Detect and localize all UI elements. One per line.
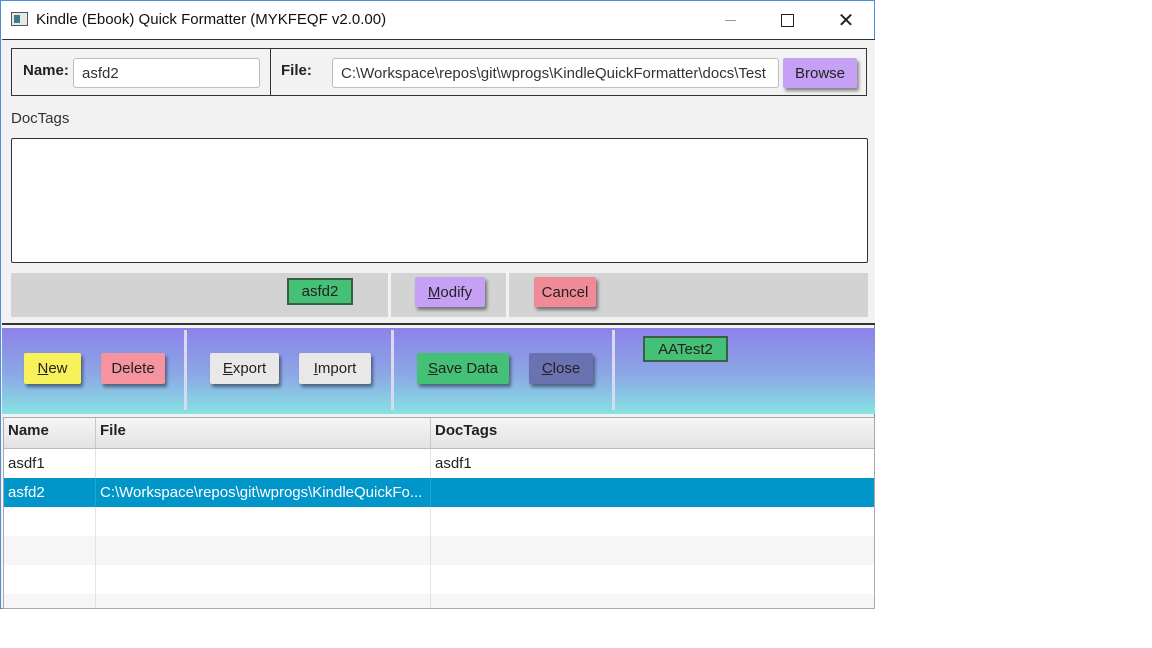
export-label: xport bbox=[232, 360, 267, 377]
cancel-button[interactable]: Cancel bbox=[534, 277, 596, 307]
window-title: Kindle (Ebook) Quick Formatter (MYKFEQF … bbox=[36, 11, 387, 28]
new-label: ew bbox=[48, 360, 68, 377]
cell-name: asdf1 bbox=[4, 449, 96, 478]
separator bbox=[388, 273, 391, 317]
name-input[interactable]: asfd2 bbox=[73, 58, 260, 88]
current-name-tag: asfd2 bbox=[287, 278, 353, 305]
toolbar-separator bbox=[184, 330, 187, 410]
save-mnemonic: S bbox=[427, 360, 438, 377]
modify-button[interactable]: Modify bbox=[415, 277, 485, 307]
status-tag: AATest2 bbox=[643, 336, 728, 362]
file-label: File: bbox=[281, 62, 312, 79]
column-header-doctags[interactable]: DocTags bbox=[431, 418, 874, 448]
toolbar-separator bbox=[391, 330, 394, 410]
records-table: Name File DocTags asdf1 asdf1 asfd2 C:\W… bbox=[3, 417, 875, 609]
main-toolbar: New Delete Export Import Save Data Close… bbox=[2, 328, 875, 414]
maximize-button[interactable] bbox=[764, 1, 810, 39]
column-header-name[interactable]: Name bbox=[4, 418, 96, 448]
empty-row bbox=[4, 565, 874, 594]
save-label: ave Data bbox=[437, 360, 499, 377]
close-label: lose bbox=[552, 360, 581, 377]
import-label: mport bbox=[317, 360, 357, 377]
delete-button[interactable]: Delete bbox=[101, 353, 165, 384]
empty-cell bbox=[431, 507, 874, 536]
export-button[interactable]: Export bbox=[210, 353, 279, 384]
edit-panel: Name: asfd2 File: C:\Workspace\repos\git… bbox=[2, 39, 875, 325]
window-close-button[interactable]: ✕ bbox=[823, 1, 869, 39]
table-row-selected[interactable]: asfd2 C:\Workspace\repos\git\wprogs\Kind… bbox=[4, 478, 874, 507]
empty-cell bbox=[4, 594, 96, 608]
import-button[interactable]: Import bbox=[299, 353, 371, 384]
doctags-label: DocTags bbox=[11, 110, 70, 127]
app-window: Kindle (Ebook) Quick Formatter (MYKFEQF … bbox=[0, 0, 875, 609]
title-bar[interactable]: Kindle (Ebook) Quick Formatter (MYKFEQF … bbox=[1, 1, 874, 39]
name-group: Name: asfd2 bbox=[11, 48, 271, 96]
new-button[interactable]: New bbox=[24, 353, 81, 384]
empty-cell bbox=[96, 507, 431, 536]
browse-button[interactable]: Browse bbox=[783, 58, 857, 88]
empty-row bbox=[4, 507, 874, 536]
app-icon bbox=[11, 12, 28, 26]
new-mnemonic: N bbox=[37, 360, 49, 377]
close-button[interactable]: Close bbox=[529, 353, 593, 384]
empty-cell bbox=[96, 594, 431, 608]
cell-name: asfd2 bbox=[4, 478, 96, 507]
cell-doctags bbox=[431, 478, 874, 507]
maximize-icon bbox=[780, 13, 794, 27]
close-icon: ✕ bbox=[837, 8, 855, 32]
table-header: Name File DocTags bbox=[4, 418, 874, 449]
separator bbox=[506, 273, 509, 317]
cell-doctags: asdf1 bbox=[435, 455, 472, 472]
empty-cell bbox=[4, 536, 96, 565]
minimize-button[interactable] bbox=[707, 1, 753, 39]
empty-cell bbox=[96, 565, 431, 594]
modify-label: odify bbox=[440, 283, 473, 301]
empty-cell bbox=[4, 565, 96, 594]
file-group: File: C:\Workspace\repos\git\wprogs\Kind… bbox=[270, 48, 867, 96]
save-data-button[interactable]: Save Data bbox=[417, 353, 509, 384]
empty-cell bbox=[96, 536, 431, 565]
close-mnemonic: C bbox=[541, 360, 553, 377]
cell-file: C:\Workspace\repos\git\wprogs\KindleQuic… bbox=[96, 478, 431, 507]
column-header-file[interactable]: File bbox=[96, 418, 431, 448]
export-mnemonic: E bbox=[222, 360, 233, 377]
doctags-textarea[interactable] bbox=[11, 138, 868, 263]
empty-cell bbox=[4, 507, 96, 536]
empty-cell bbox=[431, 565, 874, 594]
cell-file bbox=[96, 449, 431, 478]
empty-cell bbox=[431, 594, 874, 608]
name-label: Name: bbox=[23, 62, 69, 79]
empty-row bbox=[4, 536, 874, 565]
empty-row bbox=[4, 594, 874, 608]
action-bar: asfd2 Modify Cancel bbox=[11, 273, 868, 317]
minimize-icon bbox=[724, 19, 736, 21]
empty-cell bbox=[431, 536, 874, 565]
table-row[interactable]: asdf1 asdf1 bbox=[4, 449, 874, 478]
modify-mnemonic: M bbox=[427, 283, 441, 301]
file-path-input[interactable]: C:\Workspace\repos\git\wprogs\KindleQuic… bbox=[332, 58, 779, 88]
toolbar-separator bbox=[612, 330, 615, 410]
